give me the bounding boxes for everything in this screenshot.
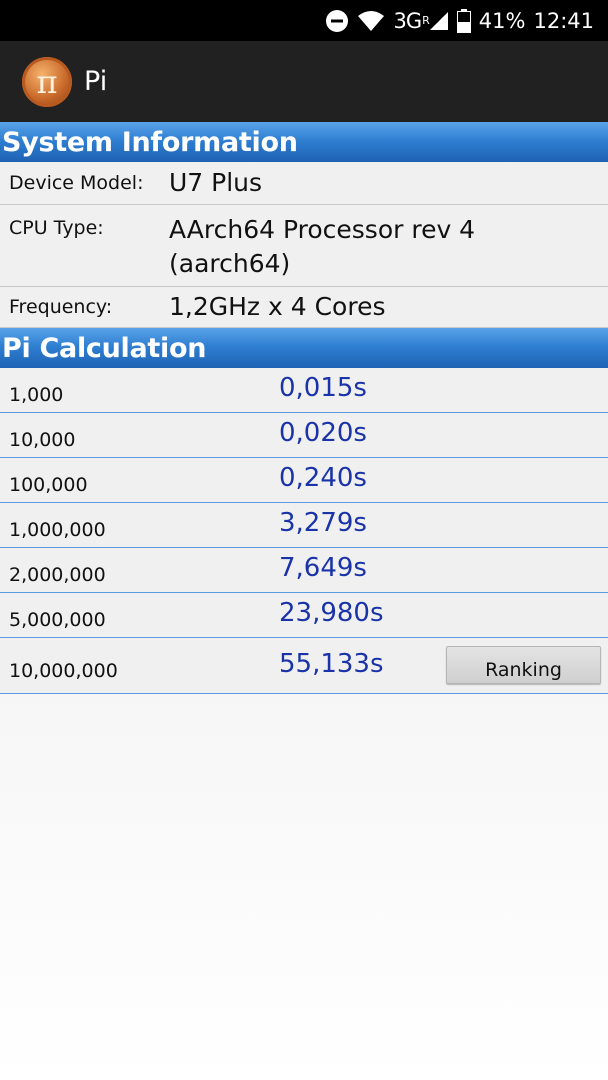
pi-digits: 1,000,000 (9, 519, 106, 541)
pi-time: 0,240s (279, 463, 367, 493)
pi-result-row: 2,000,000 7,649s (0, 548, 608, 593)
network-label: 3G (393, 8, 422, 33)
pi-result-row: 1,000 0,015s (0, 368, 608, 413)
pi-result-row: 100,000 0,240s (0, 458, 608, 503)
pi-time: 3,279s (279, 508, 367, 538)
battery-icon (456, 8, 471, 33)
cell-signal-icon (429, 11, 448, 30)
pi-time: 23,980s (279, 598, 384, 628)
cpu-type-row: CPU Type: AArch64 Processor rev 4 (aarch… (0, 205, 608, 287)
pi-digits: 10,000 (9, 429, 76, 451)
battery-percent: 41% (478, 8, 526, 33)
system-information-header: System Information (0, 122, 608, 162)
pi-result-row: 5,000,000 23,980s (0, 593, 608, 638)
pi-time: 7,649s (279, 553, 367, 583)
pi-time: 0,015s (279, 373, 367, 403)
pi-result-row: 10,000,000 55,133s Ranking (0, 638, 608, 694)
device-model-label: Device Model: (9, 172, 144, 194)
device-model-row: Device Model: U7 Plus (0, 162, 608, 205)
roaming-indicator: R (422, 14, 430, 27)
pi-calculation-header: Pi Calculation (0, 328, 608, 368)
app-bar: π Pi (0, 41, 608, 122)
pi-result-row: 1,000,000 3,279s (0, 503, 608, 548)
frequency-value: 1,2GHz x 4 Cores (169, 292, 386, 321)
pi-digits: 1,000 (9, 384, 64, 406)
pi-digits: 10,000,000 (9, 659, 118, 682)
pi-glyph: π (36, 62, 58, 101)
app-title: Pi (84, 66, 108, 97)
status-bar: 3G R 41% 12:41 (0, 0, 608, 41)
pi-app-icon[interactable]: π (22, 56, 72, 107)
wifi-icon (357, 9, 385, 33)
frequency-row: Frequency: 1,2GHz x 4 Cores (0, 287, 608, 328)
network-type: 3G R (393, 9, 448, 33)
pi-digits: 5,000,000 (9, 609, 106, 631)
cpu-type-value: AArch64 Processor rev 4 (aarch64) (169, 215, 476, 278)
pi-digits: 100,000 (9, 474, 88, 496)
clock: 12:41 (533, 8, 594, 33)
pi-result-row: 10,000 0,020s (0, 413, 608, 458)
ranking-button[interactable]: Ranking (446, 646, 601, 684)
pi-time: 55,133s (279, 648, 384, 679)
frequency-label: Frequency: (9, 296, 113, 318)
cpu-type-label: CPU Type: (9, 217, 104, 239)
pi-time: 0,020s (279, 418, 367, 448)
do-not-disturb-icon (325, 9, 349, 33)
device-model-value: U7 Plus (169, 168, 263, 197)
pi-digits: 2,000,000 (9, 564, 106, 586)
